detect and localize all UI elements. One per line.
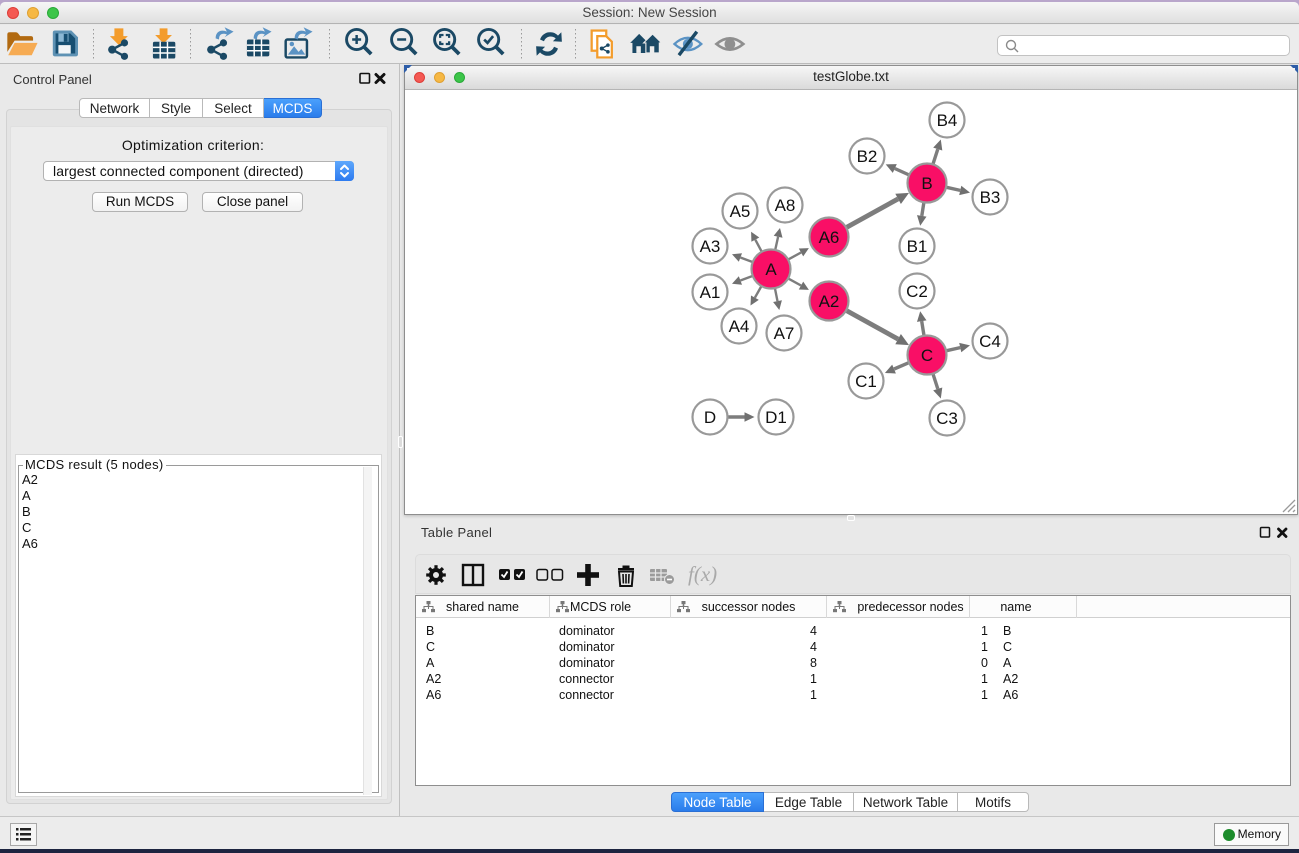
svg-text:C3: C3 [936,409,958,428]
svg-text:A2: A2 [819,292,840,311]
svg-text:C: C [921,346,933,365]
svg-text:B1: B1 [907,237,928,256]
svg-text:A1: A1 [700,283,721,302]
svg-text:B4: B4 [937,111,958,130]
svg-text:B2: B2 [857,147,878,166]
svg-text:C1: C1 [855,372,877,391]
svg-text:D1: D1 [765,408,787,427]
svg-text:A8: A8 [775,196,796,215]
svg-text:A4: A4 [729,317,750,336]
svg-text:B: B [921,174,932,193]
svg-text:C2: C2 [906,282,928,301]
svg-text:A5: A5 [730,202,751,221]
svg-text:A: A [765,260,777,279]
svg-text:A6: A6 [819,228,840,247]
svg-text:A3: A3 [700,237,721,256]
svg-text:C4: C4 [979,332,1001,351]
svg-text:B3: B3 [980,188,1001,207]
svg-text:A7: A7 [774,324,795,343]
svg-text:D: D [704,408,716,427]
